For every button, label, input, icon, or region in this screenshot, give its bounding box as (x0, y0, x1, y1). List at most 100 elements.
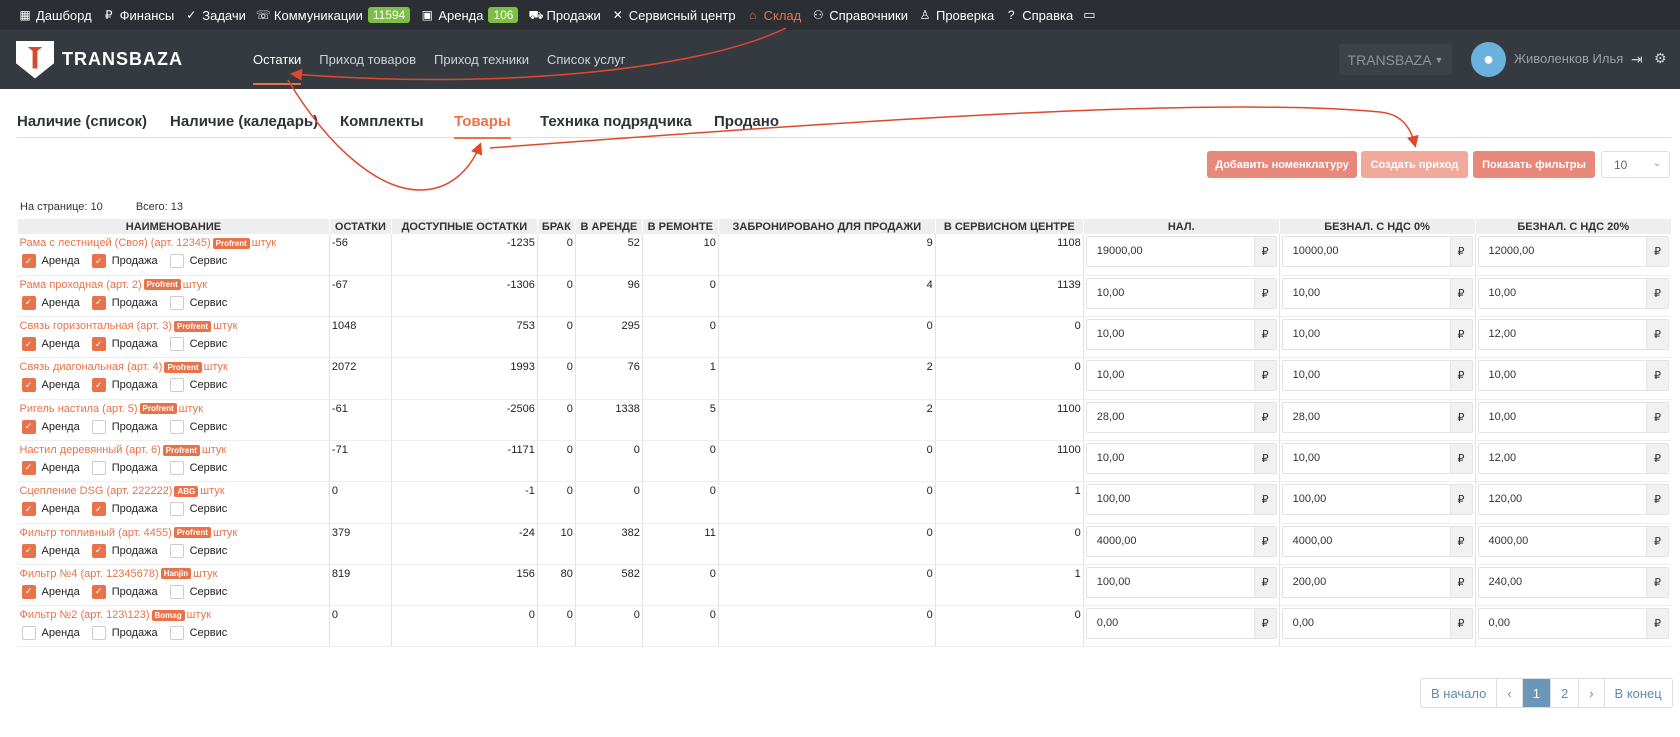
price-input[interactable]: 10,00 ₽ (1281, 319, 1473, 351)
checkbox-rent[interactable] (21, 626, 36, 641)
topnav-item-10[interactable]: ? Справка (1004, 8, 1073, 23)
price-input[interactable]: 12000,00 ₽ (1477, 236, 1669, 267)
chat-icon[interactable]: ▭ (1083, 7, 1095, 23)
price-input[interactable]: 28,00 ₽ (1085, 401, 1277, 433)
checkbox-sale[interactable]: ✓ (91, 254, 106, 268)
price-input[interactable]: 10,00 ₽ (1085, 277, 1277, 309)
price-input[interactable]: 240,00 ₽ (1477, 566, 1669, 598)
price-input[interactable]: 0,00 ₽ (1085, 608, 1277, 640)
pager-page-1[interactable]: 1 (1521, 679, 1550, 707)
checkbox-rent[interactable]: ✓ (21, 254, 36, 268)
nav-services-list[interactable]: Список услуг (547, 46, 626, 73)
checkbox-sale[interactable]: ✓ (91, 337, 106, 352)
checkbox-service[interactable] (169, 337, 184, 352)
topnav-item-5[interactable]: ⛟ Продажи (528, 8, 600, 23)
checkbox-rent[interactable]: ✓ (21, 337, 36, 352)
topnav-item-0[interactable]: ▦ Дашборд (18, 8, 91, 23)
checkbox-sale[interactable]: ✓ (91, 502, 106, 517)
price-input[interactable]: 4000,00 ₽ (1281, 525, 1473, 557)
checkbox-rent[interactable]: ✓ (21, 502, 36, 517)
price-input[interactable]: 100,00 ₽ (1085, 484, 1277, 516)
checkbox-sale[interactable]: ✓ (91, 295, 106, 310)
checkbox-rent[interactable]: ✓ (21, 584, 36, 599)
price-input[interactable]: 100,00 ₽ (1281, 484, 1473, 516)
price-input[interactable]: 10,00 ₽ (1281, 360, 1473, 392)
price-input[interactable]: 10,00 ₽ (1477, 360, 1669, 392)
topnav-item-7[interactable]: ⌂ Склад (746, 8, 801, 23)
price-input[interactable]: 10,00 ₽ (1085, 442, 1277, 474)
price-input[interactable]: 100,00 ₽ (1085, 566, 1277, 598)
checkbox-sale[interactable] (91, 419, 106, 434)
checkbox-service[interactable] (169, 378, 184, 393)
checkbox-sale[interactable]: ✓ (91, 543, 106, 558)
nav-ostatki[interactable]: Остатки (253, 46, 302, 85)
pager-next[interactable]: › (1578, 679, 1603, 707)
pager-prev[interactable]: ‹ (1496, 679, 1521, 707)
checkbox-rent[interactable]: ✓ (21, 460, 36, 475)
checkbox-service[interactable] (169, 254, 184, 268)
product-name-link[interactable]: Настил деревянный (арт. 6) (20, 444, 161, 456)
user-name[interactable]: Живоленков Илья (1514, 51, 1623, 66)
topnav-item-1[interactable]: ₽ Финансы (102, 8, 174, 23)
tab-goods[interactable]: Товары (454, 113, 511, 139)
price-input[interactable]: 10,00 ₽ (1281, 442, 1473, 474)
tab-kits[interactable]: Комплекты (340, 113, 424, 130)
price-input[interactable]: 4000,00 ₽ (1477, 525, 1669, 557)
tab-availability-calendar[interactable]: Наличие (каледарь) (170, 113, 318, 130)
show-filters-button[interactable]: Показать фильтры (1473, 151, 1595, 178)
checkbox-rent[interactable]: ✓ (21, 295, 36, 310)
price-input[interactable]: 200,00 ₽ (1281, 566, 1473, 598)
price-input[interactable]: 12,00 ₽ (1477, 442, 1669, 474)
nav-goods-income[interactable]: Приход товаров (319, 46, 416, 73)
pager-last[interactable]: В конец (1603, 679, 1672, 707)
product-name-link[interactable]: Рама проходная (арт. 2) (20, 279, 142, 291)
product-name-link[interactable]: Фильтр №4 (арт. 12345678) (20, 568, 159, 580)
gear-icon[interactable]: ⚙ (1654, 50, 1667, 67)
avatar[interactable]: ● (1471, 42, 1506, 77)
price-input[interactable]: 4000,00 ₽ (1085, 525, 1277, 557)
checkbox-rent[interactable]: ✓ (21, 543, 36, 558)
price-input[interactable]: 12,00 ₽ (1477, 319, 1669, 351)
price-input[interactable]: 10,00 ₽ (1477, 401, 1669, 433)
checkbox-sale[interactable]: ✓ (91, 378, 106, 393)
product-name-link[interactable]: Фильтр топливный (арт. 4455) (20, 527, 172, 539)
price-input[interactable]: 28,00 ₽ (1281, 401, 1473, 433)
nav-equipment-income[interactable]: Приход техники (434, 46, 529, 73)
product-name-link[interactable]: Фильтр №2 (арт. 123\123) (20, 609, 150, 621)
logout-icon[interactable]: ⇥ (1631, 51, 1643, 68)
checkbox-service[interactable] (169, 626, 184, 641)
logo[interactable]: TRANSBAZA (16, 40, 236, 79)
tab-sold[interactable]: Продано (714, 113, 779, 130)
topnav-item-3[interactable]: ☏ Коммуникации 11594 (256, 7, 411, 23)
product-name-link[interactable]: Ригель настила (арт. 5) (20, 403, 138, 415)
checkbox-sale[interactable] (91, 626, 106, 641)
checkbox-sale[interactable] (91, 460, 106, 475)
price-input[interactable]: 10,00 ₽ (1085, 360, 1277, 392)
checkbox-rent[interactable]: ✓ (21, 378, 36, 393)
create-income-button[interactable]: Создать приход (1361, 151, 1468, 178)
product-name-link[interactable]: Связь горизонтальная (арт. 3) (20, 320, 172, 332)
checkbox-service[interactable] (169, 295, 184, 310)
pager-page-2[interactable]: 2 (1549, 679, 1578, 707)
checkbox-service[interactable] (169, 584, 184, 599)
product-name-link[interactable]: Сцепление DSG (арт. 222222) (20, 485, 173, 497)
price-input[interactable]: 120,00 ₽ (1477, 484, 1669, 516)
checkbox-rent[interactable]: ✓ (21, 419, 36, 434)
company-select[interactable]: TRANSBAZA ▼ (1339, 44, 1452, 75)
checkbox-service[interactable] (169, 419, 184, 434)
pager-first[interactable]: В начало (1421, 679, 1496, 707)
checkbox-service[interactable] (169, 460, 184, 475)
price-input[interactable]: 0,00 ₽ (1281, 608, 1473, 640)
checkbox-sale[interactable]: ✓ (91, 584, 106, 599)
tab-contractor-equipment[interactable]: Техника подрядчика (540, 113, 692, 130)
checkbox-service[interactable] (169, 543, 184, 558)
price-input[interactable]: 0,00 ₽ (1477, 608, 1669, 640)
price-input[interactable]: 19000,00 ₽ (1085, 236, 1277, 267)
product-name-link[interactable]: Рама с лестницей (Своя) (арт. 12345) (20, 237, 211, 249)
topnav-item-2[interactable]: ✓ Задачи (184, 8, 246, 23)
topnav-item-6[interactable]: ✕ Сервисный центр (611, 8, 736, 23)
page-size-select[interactable]: 10 ⌄ (1601, 151, 1670, 178)
price-input[interactable]: 10,00 ₽ (1085, 319, 1277, 351)
add-nomenclature-button[interactable]: Добавить номенклатуру (1207, 151, 1357, 178)
topnav-item-9[interactable]: ♙ Проверка (918, 8, 995, 23)
